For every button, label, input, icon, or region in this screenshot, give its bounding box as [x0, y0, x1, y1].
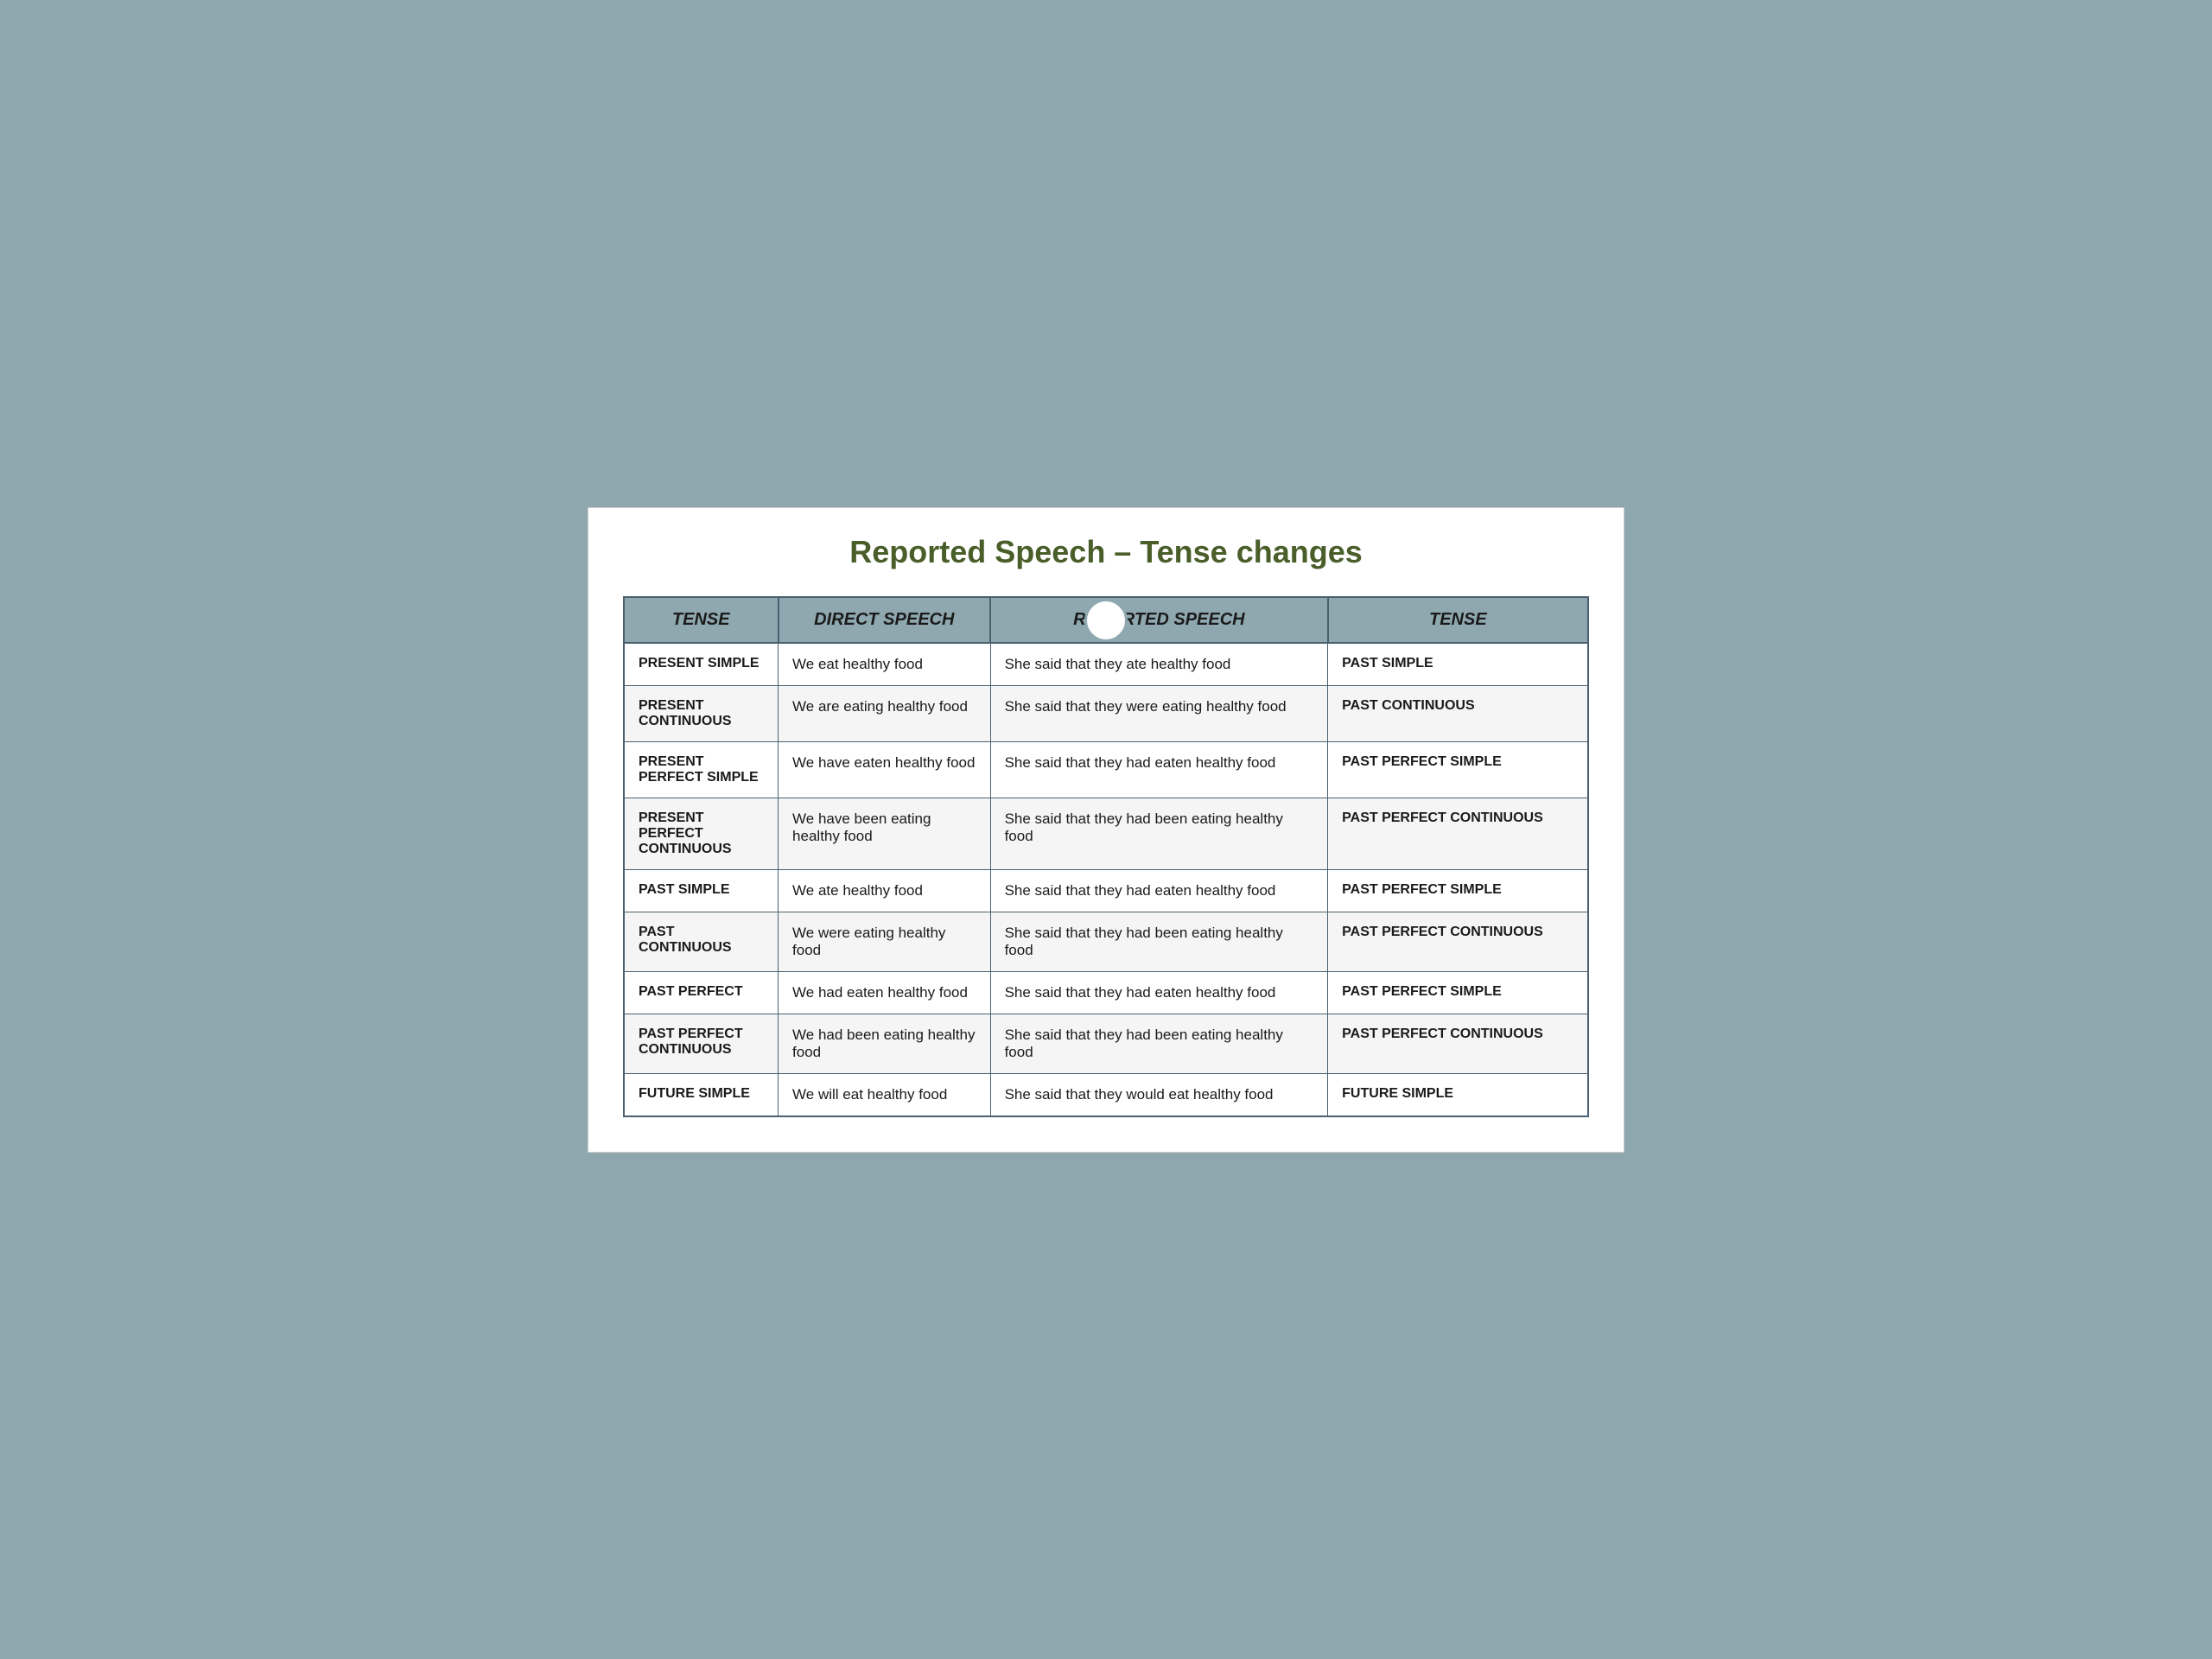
cell-reported-speech: She said that they ate healthy food	[990, 643, 1328, 686]
cell-result-tense: PAST PERFECT CONTINUOUS	[1328, 912, 1588, 971]
cell-reported-speech: She said that they had eaten healthy foo…	[990, 971, 1328, 1014]
col-header-reported: REPORTED SPEECH	[990, 597, 1328, 643]
cell-result-tense: PAST PERFECT SIMPLE	[1328, 741, 1588, 798]
cell-result-tense: FUTURE SIMPLE	[1328, 1073, 1588, 1116]
cell-direct-speech: We were eating healthy food	[779, 912, 991, 971]
cell-result-tense: PAST PERFECT SIMPLE	[1328, 971, 1588, 1014]
table-row: FUTURE SIMPLEWe will eat healthy foodShe…	[624, 1073, 1588, 1116]
table-row: PRESENT PERFECT CONTINUOUSWe have been e…	[624, 798, 1588, 869]
table-row: PRESENT PERFECT SIMPLEWe have eaten heal…	[624, 741, 1588, 798]
cell-direct-speech: We have eaten healthy food	[779, 741, 991, 798]
cell-reported-speech: She said that they would eat healthy foo…	[990, 1073, 1328, 1116]
cell-reported-speech: She said that they were eating healthy f…	[990, 685, 1328, 741]
cell-reported-speech: She said that they had been eating healt…	[990, 1014, 1328, 1073]
cell-direct-speech: We are eating healthy food	[779, 685, 991, 741]
cell-direct-speech: We had eaten healthy food	[779, 971, 991, 1014]
cell-reported-speech: She said that they had been eating healt…	[990, 798, 1328, 869]
cell-tense: PAST PERFECT	[624, 971, 779, 1014]
cell-result-tense: PAST PERFECT SIMPLE	[1328, 869, 1588, 912]
table-row: PAST PERFECT CONTINUOUSWe had been eatin…	[624, 1014, 1588, 1073]
cell-tense: PAST SIMPLE	[624, 869, 779, 912]
cell-tense: PAST CONTINUOUS	[624, 912, 779, 971]
table-row: PAST CONTINUOUSWe were eating healthy fo…	[624, 912, 1588, 971]
cell-direct-speech: We had been eating healthy food	[779, 1014, 991, 1073]
cell-result-tense: PAST SIMPLE	[1328, 643, 1588, 686]
cell-direct-speech: We will eat healthy food	[779, 1073, 991, 1116]
table-row: PRESENT SIMPLEWe eat healthy foodShe sai…	[624, 643, 1588, 686]
cell-tense: PRESENT PERFECT CONTINUOUS	[624, 798, 779, 869]
col-header-tense: TENSE	[624, 597, 779, 643]
slide-container: Reported Speech – Tense changes TENSE DI…	[588, 507, 1624, 1153]
cell-tense: PRESENT SIMPLE	[624, 643, 779, 686]
cell-result-tense: PAST PERFECT CONTINUOUS	[1328, 1014, 1588, 1073]
cell-direct-speech: We eat healthy food	[779, 643, 991, 686]
cell-result-tense: PAST CONTINUOUS	[1328, 685, 1588, 741]
cell-tense: PRESENT CONTINUOUS	[624, 685, 779, 741]
cell-direct-speech: We ate healthy food	[779, 869, 991, 912]
cell-result-tense: PAST PERFECT CONTINUOUS	[1328, 798, 1588, 869]
col-header-result-tense: TENSE	[1328, 597, 1588, 643]
cell-reported-speech: She said that they had eaten healthy foo…	[990, 741, 1328, 798]
circle-decoration	[1084, 599, 1128, 642]
tense-table: TENSE DIRECT SPEECH REPORTED SPEECH TENS…	[623, 596, 1589, 1117]
table-row: PAST PERFECTWe had eaten healthy foodShe…	[624, 971, 1588, 1014]
col-header-direct: DIRECT SPEECH	[779, 597, 991, 643]
table-row: PRESENT CONTINUOUSWe are eating healthy …	[624, 685, 1588, 741]
table-row: PAST SIMPLEWe ate healthy foodShe said t…	[624, 869, 1588, 912]
cell-tense: PAST PERFECT CONTINUOUS	[624, 1014, 779, 1073]
cell-reported-speech: She said that they had eaten healthy foo…	[990, 869, 1328, 912]
cell-tense: FUTURE SIMPLE	[624, 1073, 779, 1116]
cell-tense: PRESENT PERFECT SIMPLE	[624, 741, 779, 798]
cell-reported-speech: She said that they had been eating healt…	[990, 912, 1328, 971]
page-title: Reported Speech – Tense changes	[623, 534, 1589, 570]
cell-direct-speech: We have been eating healthy food	[779, 798, 991, 869]
